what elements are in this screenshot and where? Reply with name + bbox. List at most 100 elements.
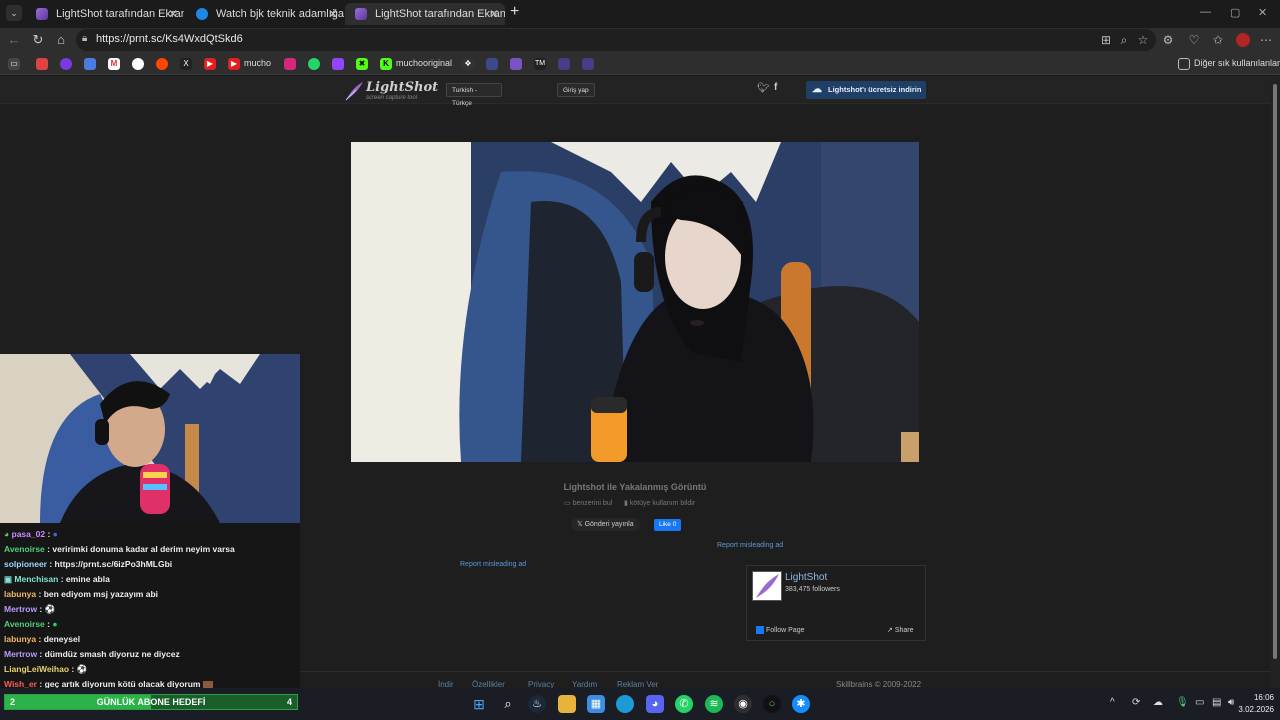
whatsapp-icon[interactable]: ✆ bbox=[675, 695, 693, 713]
zoom-icon[interactable]: ⌕ bbox=[1116, 33, 1132, 48]
folder-icon bbox=[1178, 57, 1190, 70]
circle-app-icon[interactable]: ○ bbox=[763, 695, 781, 713]
browser-essentials-icon[interactable]: ♡ bbox=[1186, 33, 1202, 47]
bookmark-ext2-icon[interactable] bbox=[486, 57, 502, 70]
footer-link[interactable]: Privacy bbox=[528, 680, 554, 688]
footer-link[interactable]: İndir bbox=[438, 680, 454, 688]
flag-icon: ▮ bbox=[624, 500, 628, 507]
bookmark-green-icon[interactable]: ✖ bbox=[356, 57, 372, 70]
footer-link[interactable]: Özellikler bbox=[472, 680, 505, 688]
language-select[interactable]: Turkish - Türkçe bbox=[446, 83, 502, 107]
search-icon[interactable]: ⌕ bbox=[499, 695, 517, 713]
tray-network-icon[interactable]: ▤ bbox=[1212, 697, 1221, 708]
footer-link[interactable]: Reklam Ver bbox=[617, 680, 658, 688]
bookmark-lightshot-icon[interactable] bbox=[510, 57, 526, 70]
minimize-icon[interactable]: — bbox=[1200, 6, 1211, 18]
lightshot-logo[interactable]: LightShot screen capture tool bbox=[344, 80, 438, 102]
reload-icon[interactable]: ↻ bbox=[30, 32, 46, 48]
reddit-icon bbox=[156, 57, 168, 70]
address-bar[interactable]: 🔒︎ https://prnt.sc/Ks4WxdQtSkd6 ⊞ ⌕ ☆ bbox=[76, 29, 1156, 51]
file-explorer-icon[interactable] bbox=[558, 695, 576, 713]
bookmark-whatsapp-icon[interactable] bbox=[308, 57, 324, 70]
scrollbar-thumb[interactable] bbox=[1273, 84, 1277, 659]
bookmark-photos-icon[interactable] bbox=[36, 57, 52, 70]
close-window-icon[interactable]: ✕ bbox=[1258, 6, 1267, 19]
bookmark-instagram-icon[interactable] bbox=[284, 57, 300, 70]
emote-icon: ⚽ bbox=[44, 604, 56, 614]
page-scrollbar[interactable] bbox=[1270, 76, 1280, 688]
tab-watch-bjk[interactable]: Watch bjk teknik adamlığa ilk adım ✕ bbox=[186, 3, 344, 25]
new-tab-icon[interactable]: + bbox=[510, 3, 519, 21]
facebook-page-widget: LightShot 383,475 followers Follow Page … bbox=[746, 565, 926, 641]
chat-user: labunya bbox=[4, 634, 37, 644]
tweet-button[interactable]: 𝕏 Gönderi yayınla bbox=[571, 518, 640, 531]
find-similar-link[interactable]: ▭ benzerini bul bbox=[564, 499, 612, 507]
read-aloud-icon[interactable]: ⊞ bbox=[1098, 33, 1114, 47]
close-tab-icon[interactable]: ✕ bbox=[328, 3, 338, 25]
home-icon[interactable]: ⌂ bbox=[53, 32, 69, 47]
edge-icon[interactable] bbox=[616, 695, 634, 713]
bookmark-reddit[interactable] bbox=[156, 57, 172, 70]
more-menu-icon[interactable]: ⋯ bbox=[1258, 33, 1274, 47]
battle-net-icon[interactable]: ✱ bbox=[792, 695, 810, 713]
sub-goal-target: 4 bbox=[286, 697, 292, 707]
bookmark-ext1-icon[interactable]: ❖ bbox=[462, 57, 478, 70]
favorites-icon[interactable]: ✩ bbox=[1210, 33, 1226, 47]
bookmark-docs-icon[interactable] bbox=[84, 57, 100, 70]
login-button[interactable]: Giriş yap bbox=[557, 83, 595, 97]
obs-icon[interactable]: ◉ bbox=[734, 695, 752, 713]
fb-page-name[interactable]: LightShot bbox=[785, 572, 827, 583]
fb-share-button[interactable]: ↗ Share bbox=[887, 626, 914, 634]
steam-icon[interactable]: ♨ bbox=[528, 695, 546, 713]
bookmark-x-icon[interactable]: X bbox=[180, 57, 196, 70]
close-tab-icon[interactable]: ✕ bbox=[168, 3, 178, 25]
tab-lightshot-active[interactable]: LightShot tarafından Ekran Görüntüsü ✕ bbox=[345, 3, 505, 25]
bookmark-shield1-icon[interactable] bbox=[558, 57, 574, 70]
download-button[interactable]: ☁ Lightshot'ı ücretsiz indirin bbox=[806, 81, 926, 99]
discord-icon[interactable]: ◕ bbox=[646, 695, 664, 713]
tab-lightshot-1[interactable]: LightShot tarafından Ekran Görüntüsü ✕ bbox=[26, 3, 184, 25]
bookmark-tm[interactable]: TM bbox=[534, 57, 550, 70]
fb-page-logo[interactable] bbox=[752, 571, 782, 601]
store-icon[interactable]: ▦ bbox=[587, 695, 605, 713]
bookmark-firefox-icon[interactable] bbox=[60, 57, 76, 70]
spotify-icon[interactable]: ≋ bbox=[705, 695, 723, 713]
lightshot-favicon-icon bbox=[355, 8, 367, 20]
tray-mic-icon[interactable]: 🎙︎ bbox=[1176, 697, 1189, 708]
bookmark-youtube-icon[interactable]: ▶ bbox=[204, 57, 220, 70]
bookmark-chrome-icon[interactable] bbox=[132, 57, 148, 70]
report-ad-link[interactable]: Report misleading ad bbox=[460, 561, 526, 568]
other-favorites[interactable]: Diğer sık kullanılanlar bbox=[1178, 57, 1280, 70]
tray-display-icon[interactable]: ▭ bbox=[1195, 697, 1204, 708]
lightshot-header: LightShot screen capture tool Turkish - … bbox=[0, 76, 1270, 107]
profile-avatar[interactable] bbox=[1236, 33, 1250, 47]
report-abuse-link[interactable]: ▮ kötüye kullanım bildir bbox=[624, 499, 695, 507]
twitter-icon[interactable]: 🐦︎ bbox=[757, 83, 770, 94]
bookmark-gmail-icon[interactable]: M bbox=[108, 57, 124, 70]
tab-actions-menu-icon[interactable]: ⌄ bbox=[6, 5, 22, 21]
back-icon[interactable]: ← bbox=[6, 32, 22, 47]
bookmark-muchooriginal[interactable]: Kmuchooriginal bbox=[380, 57, 452, 70]
extensions-icon[interactable]: ⚙ bbox=[1160, 33, 1176, 47]
clock-date[interactable]: 3.02.2026 bbox=[1232, 705, 1274, 714]
maximize-icon[interactable]: ▢ bbox=[1230, 6, 1240, 19]
bookmark-tab-icon[interactable]: ▭ bbox=[8, 57, 24, 70]
tray-overflow-icon[interactable]: ^ bbox=[1110, 697, 1115, 708]
fb-follow-button[interactable]: Follow Page bbox=[756, 626, 804, 634]
favorite-star-icon[interactable]: ☆ bbox=[1135, 33, 1151, 47]
sub-goal-bar: 2 GÜNLÜK ABONE HEDEFİ 4 bbox=[4, 694, 298, 710]
start-icon[interactable]: ⊞ bbox=[470, 695, 488, 713]
close-tab-icon[interactable]: ✕ bbox=[489, 3, 499, 25]
captured-screenshot bbox=[351, 142, 919, 462]
bookmark-twitch-icon[interactable] bbox=[332, 57, 348, 70]
bookmark-mucho[interactable]: ▶ mucho bbox=[228, 57, 271, 70]
facebook-icon[interactable]: f bbox=[774, 82, 777, 93]
tray-sync-icon[interactable]: ⟳ bbox=[1132, 697, 1140, 708]
tray-cloud-icon[interactable]: ☁ bbox=[1153, 697, 1163, 708]
report-ad-link[interactable]: Report misleading ad bbox=[717, 542, 783, 549]
lock-icon: 🔒︎ bbox=[82, 33, 88, 44]
clock-time[interactable]: 16:06 bbox=[1246, 693, 1274, 702]
facebook-like-button[interactable]: Like 0 bbox=[654, 519, 682, 531]
bookmark-shield2-icon[interactable] bbox=[582, 57, 598, 70]
footer-link[interactable]: Yardım bbox=[572, 680, 597, 688]
